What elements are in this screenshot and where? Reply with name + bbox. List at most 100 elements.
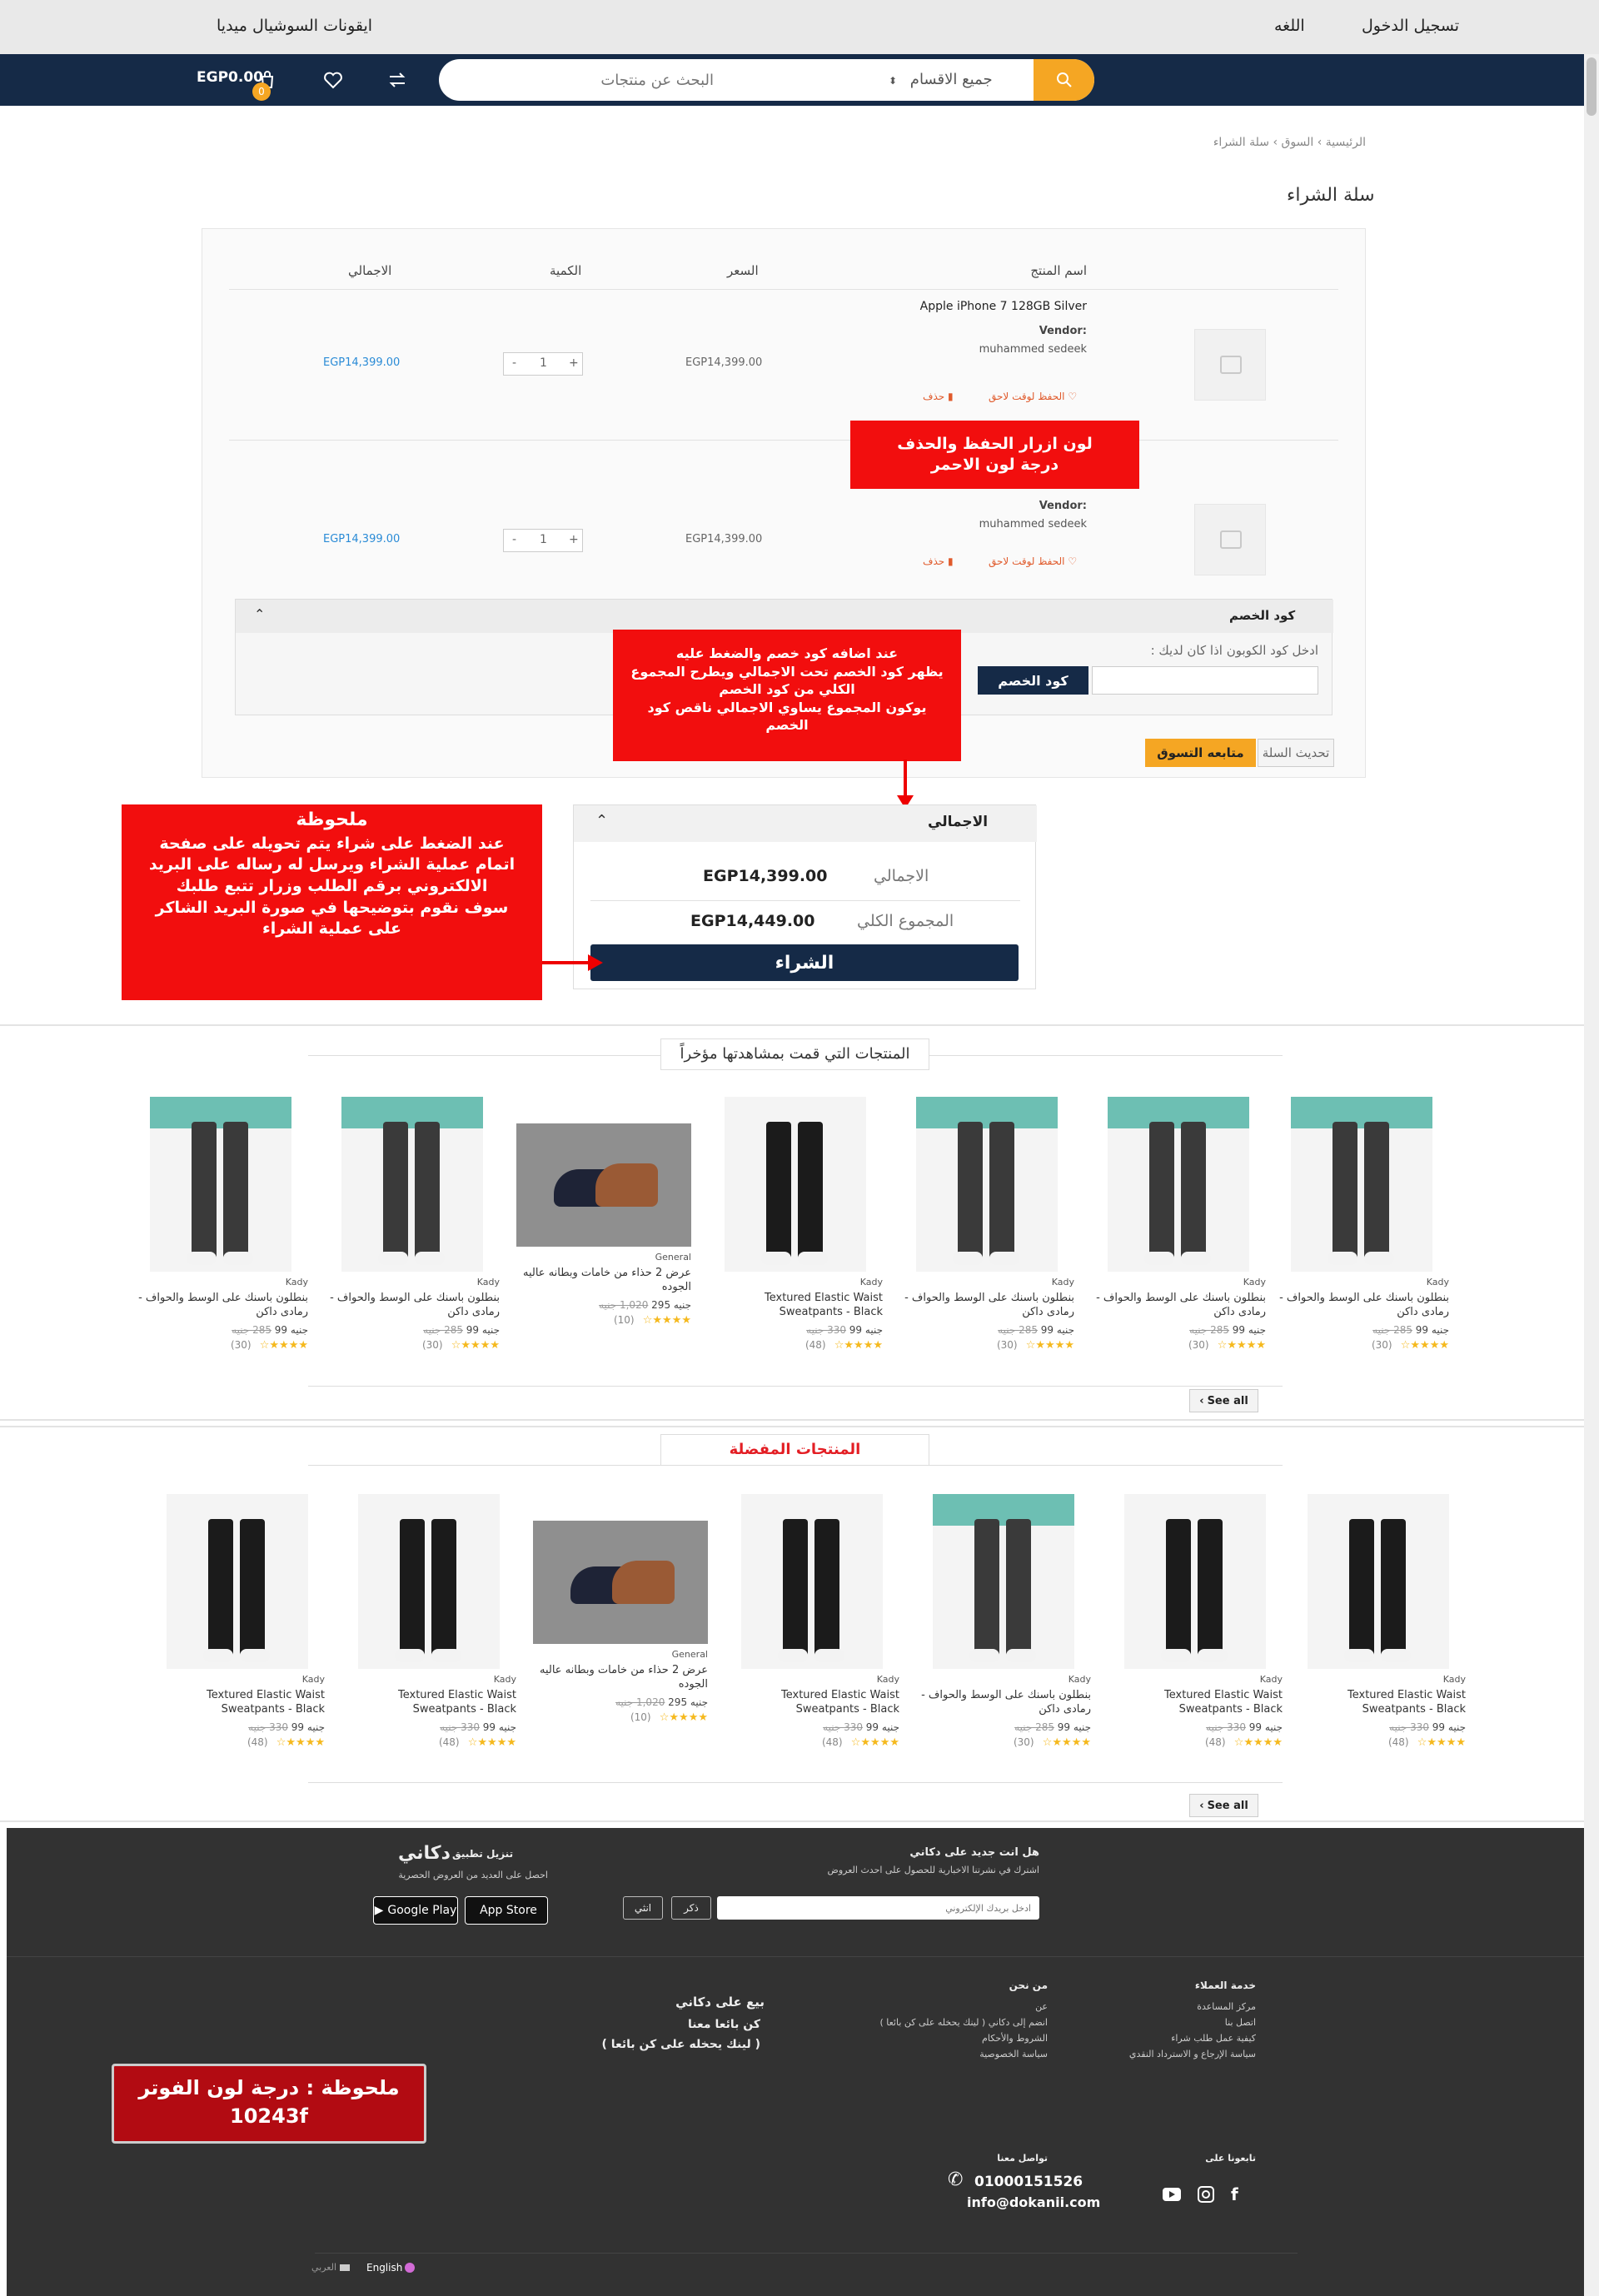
update-cart-button[interactable]: تحديث السلة: [1258, 739, 1334, 767]
product-image[interactable]: [150, 1097, 291, 1272]
newsletter-email-input[interactable]: [717, 1896, 1039, 1920]
product-thumbnail[interactable]: [1194, 329, 1266, 401]
contact-phone[interactable]: 01000151526: [974, 2174, 1083, 2190]
coupon-header[interactable]: [236, 600, 1333, 633]
item-name[interactable]: Apple iPhone 7 128GB Silver: [833, 300, 1087, 313]
language-link[interactable]: اللغه: [1274, 17, 1305, 35]
breadcrumb-market[interactable]: السوق: [1282, 136, 1314, 149]
lang-arabic[interactable]: العربي: [311, 2262, 336, 2273]
product-card[interactable]: Kady بنطلون باسنك على الوسط والحواف - رما…: [1274, 1097, 1449, 1352]
product-card[interactable]: Kady Textured Elastic Waist Sweatpants - …: [708, 1097, 883, 1352]
product-image[interactable]: [933, 1494, 1074, 1669]
product-card[interactable]: Kady بنطلون باسنك على الوسط والحواف - رما…: [133, 1097, 308, 1352]
footer-link[interactable]: اتصل بنا: [1048, 2017, 1256, 2028]
category-select[interactable]: ⬍ جميع الاقسام: [889, 71, 993, 88]
scrollbar-thumb[interactable]: [1587, 57, 1597, 116]
youtube-icon[interactable]: [1163, 2188, 1181, 2201]
app-store-button[interactable]: App Store: [465, 1896, 548, 1925]
contact-email[interactable]: info@dokanii.com: [967, 2194, 1100, 2210]
product-image[interactable]: [1108, 1097, 1249, 1272]
lang-english[interactable]: English: [366, 2262, 402, 2274]
google-play-button[interactable]: ▶ Google Play: [373, 1896, 458, 1925]
quantity-stepper[interactable]: - 1 +: [503, 352, 583, 376]
product-name[interactable]: بنطلون باسنك على الوسط والحواف - رمادى د…: [899, 1291, 1074, 1321]
product-image[interactable]: [167, 1494, 308, 1669]
footer-link[interactable]: سياسة الخصوصية: [790, 2049, 1048, 2059]
product-card[interactable]: General عرض 2 حذاء من خامات وبطانه عاليه …: [533, 1494, 708, 1724]
footer-link[interactable]: سياسة الإرجاع و الاسترداد النقدي: [1048, 2049, 1256, 2059]
product-image[interactable]: [1308, 1494, 1449, 1669]
scrollbar[interactable]: [1584, 54, 1599, 2296]
product-card[interactable]: Kady بنطلون باسنك على الوسط والحواف - رما…: [899, 1097, 1074, 1352]
product-name[interactable]: بنطلون باسنك على الوسط والحواف - رمادى د…: [325, 1291, 500, 1321]
login-link[interactable]: تسجيل الدخول: [1362, 17, 1459, 35]
footer-link[interactable]: عن: [790, 2001, 1048, 2012]
product-name[interactable]: بنطلون باسنك على الوسط والحواف - رمادى د…: [133, 1291, 308, 1321]
footer-link[interactable]: انضم إلى دكاني ( لينك يحخله على كن بائعا…: [790, 2017, 1048, 2028]
search-input[interactable]: [464, 70, 714, 90]
sell-sublink[interactable]: ( لينك يحخله على كن بائعا ): [548, 2038, 760, 2051]
male-button[interactable]: ذكر: [671, 1896, 711, 1920]
product-image[interactable]: [916, 1097, 1058, 1272]
wishlist-icon[interactable]: [321, 67, 346, 92]
product-name[interactable]: عرض 2 حذاء من خامات وبطانه عاليه الجوده: [533, 1663, 708, 1693]
product-name[interactable]: عرض 2 حذاء من خامات وبطانه عاليه الجوده: [516, 1266, 691, 1296]
product-card[interactable]: Kady Textured Elastic Waist Sweatpants - …: [150, 1494, 325, 1749]
product-name[interactable]: Textured Elastic Waist Sweatpants - Blac…: [708, 1291, 883, 1321]
coupon-input[interactable]: [1092, 666, 1318, 695]
qty-plus-button[interactable]: +: [569, 533, 579, 546]
product-name[interactable]: بنطلون باسنك على الوسط والحواف - رمادى د…: [1274, 1291, 1449, 1321]
qty-value[interactable]: 1: [540, 356, 547, 370]
product-image[interactable]: [533, 1521, 708, 1644]
save-later-button[interactable]: الحفظ لوقت لاحق ♡: [989, 391, 1077, 402]
product-card[interactable]: Kady بنطلون باسنك على الوسط والحواف - رما…: [916, 1494, 1091, 1749]
quantity-stepper[interactable]: - 1 +: [503, 529, 583, 552]
product-image[interactable]: [725, 1097, 866, 1272]
sell-link[interactable]: كن بائعا معنا: [590, 2018, 760, 2031]
product-card[interactable]: Kady Textured Elastic Waist Sweatpants - …: [341, 1494, 516, 1749]
compare-icon[interactable]: [385, 67, 410, 92]
qty-value[interactable]: 1: [540, 533, 547, 546]
save-later-button[interactable]: الحفظ لوقت لاحق ♡: [989, 555, 1077, 567]
product-image[interactable]: [358, 1494, 500, 1669]
collapse-icon[interactable]: ⌃: [595, 812, 608, 829]
product-name[interactable]: بنطلون باسنك على الوسط والحواف - رمادى د…: [1091, 1291, 1266, 1321]
apply-coupon-button[interactable]: كود الخصم: [978, 666, 1088, 695]
product-card[interactable]: Kady بنطلون باسنك على الوسط والحواف - رما…: [325, 1097, 500, 1352]
collapse-icon[interactable]: ⌃: [254, 606, 265, 622]
product-name[interactable]: Textured Elastic Waist Sweatpants - Blac…: [341, 1688, 516, 1718]
delete-button[interactable]: حذف ▮: [923, 555, 954, 567]
product-image[interactable]: [1124, 1494, 1266, 1669]
footer-link[interactable]: مركز المساعدة: [1048, 2001, 1256, 2012]
search-button[interactable]: [1034, 59, 1094, 101]
instagram-icon[interactable]: [1198, 2186, 1214, 2203]
product-image[interactable]: [741, 1494, 883, 1669]
delete-button[interactable]: حذف ▮: [923, 391, 954, 402]
qty-minus-button[interactable]: -: [512, 356, 516, 370]
qty-minus-button[interactable]: -: [512, 533, 516, 546]
product-name[interactable]: Textured Elastic Waist Sweatpants - Blac…: [1108, 1688, 1283, 1718]
continue-shopping-button[interactable]: متابعه التسوق: [1145, 739, 1256, 767]
product-card[interactable]: Kady Textured Elastic Waist Sweatpants - …: [725, 1494, 899, 1749]
product-card[interactable]: Kady Textured Elastic Waist Sweatpants - …: [1291, 1494, 1466, 1749]
breadcrumb-home[interactable]: الرئيسية: [1326, 136, 1366, 149]
qty-plus-button[interactable]: +: [569, 356, 579, 370]
buy-button[interactable]: الشراء: [590, 944, 1019, 981]
facebook-icon[interactable]: f: [1231, 2184, 1238, 2204]
product-name[interactable]: Textured Elastic Waist Sweatpants - Blac…: [1291, 1688, 1466, 1718]
see-all-button[interactable]: ‹ See all: [1189, 1389, 1258, 1412]
product-image[interactable]: [341, 1097, 483, 1272]
product-image[interactable]: [516, 1123, 691, 1247]
product-name[interactable]: Textured Elastic Waist Sweatpants - Blac…: [725, 1688, 899, 1718]
product-name[interactable]: Textured Elastic Waist Sweatpants - Blac…: [150, 1688, 325, 1718]
product-card[interactable]: Kady بنطلون باسنك على الوسط والحواف - رما…: [1091, 1097, 1266, 1352]
product-card[interactable]: Kady Textured Elastic Waist Sweatpants - …: [1108, 1494, 1283, 1749]
product-name[interactable]: بنطلون باسنك على الوسط والحواف - رمادى د…: [916, 1688, 1091, 1718]
female-button[interactable]: انثي: [623, 1896, 663, 1920]
footer-link[interactable]: كيفية عمل طلب شراء: [1048, 2033, 1256, 2044]
product-thumbnail[interactable]: [1194, 504, 1266, 575]
see-all-button[interactable]: ‹ See all: [1189, 1794, 1258, 1817]
product-image[interactable]: [1291, 1097, 1432, 1272]
product-card[interactable]: General عرض 2 حذاء من خامات وبطانه عاليه …: [516, 1097, 691, 1327]
footer-link[interactable]: الشروط والأحكام: [790, 2033, 1048, 2044]
